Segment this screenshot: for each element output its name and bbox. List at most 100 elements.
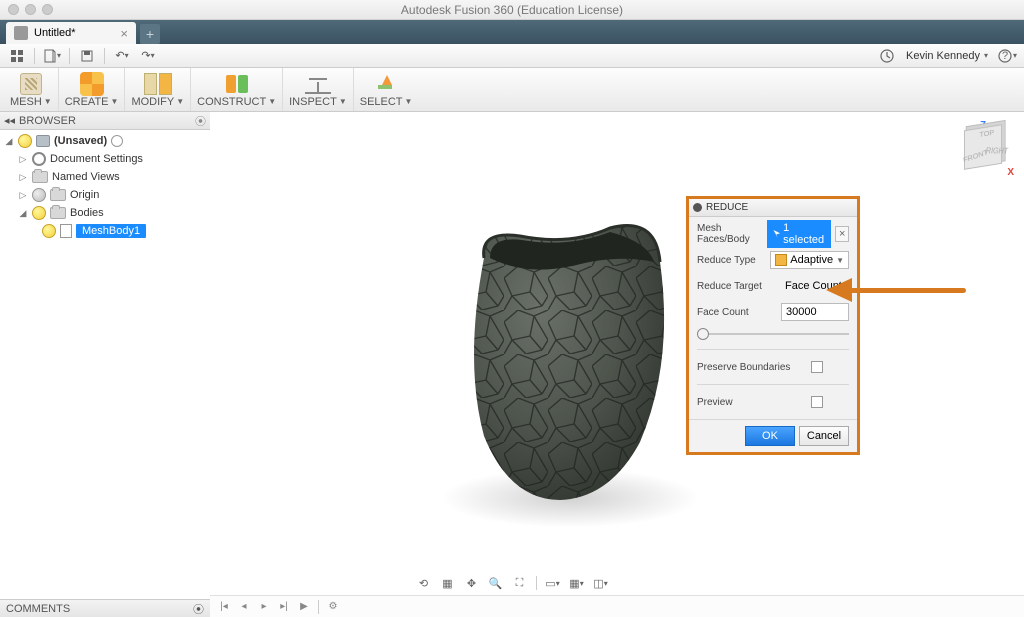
job-status-icon[interactable] bbox=[876, 47, 898, 65]
expand-icon[interactable]: ◢ bbox=[4, 136, 14, 147]
user-menu[interactable]: Kevin Kennedy▾ bbox=[902, 50, 992, 62]
folder-icon bbox=[50, 207, 66, 219]
tree-item-meshbody1[interactable]: MeshBody1 bbox=[0, 222, 210, 240]
help-icon[interactable]: ?▾ bbox=[996, 47, 1018, 65]
inspect-label: INSPECT bbox=[289, 96, 337, 108]
face-count-slider[interactable] bbox=[697, 327, 849, 341]
new-tab-button[interactable]: + bbox=[140, 24, 160, 44]
ok-button[interactable]: OK bbox=[745, 426, 795, 446]
dialog-header[interactable]: REDUCE bbox=[689, 199, 857, 217]
redo-icon[interactable]: ↷▾ bbox=[137, 47, 159, 65]
visibility-icon[interactable] bbox=[18, 134, 32, 148]
visibility-icon[interactable] bbox=[42, 224, 56, 238]
orbit-icon[interactable]: ⟲ bbox=[414, 574, 434, 592]
fit-icon[interactable]: ⛶ bbox=[510, 574, 530, 592]
mesh-workspace-icon bbox=[20, 73, 42, 95]
data-panel-icon[interactable] bbox=[6, 47, 28, 65]
document-icon bbox=[14, 26, 28, 40]
preview-checkbox[interactable] bbox=[811, 396, 823, 408]
collapse-icon[interactable]: ◂◂ bbox=[4, 114, 15, 127]
separator bbox=[318, 600, 319, 614]
preserve-boundaries-checkbox[interactable] bbox=[811, 361, 823, 373]
view-cube-body[interactable]: TOP FRONT RIGHT bbox=[964, 124, 1002, 170]
modify-label: MODIFY bbox=[131, 96, 174, 108]
document-tab-label: Untitled* bbox=[34, 27, 76, 39]
viewport[interactable]: Z TOP FRONT RIGHT X bbox=[210, 112, 1024, 595]
expand-icon[interactable]: ▷ bbox=[18, 172, 28, 183]
expand-icon[interactable]: ▷ bbox=[18, 190, 28, 201]
expand-icon[interactable]: ▷ bbox=[18, 154, 28, 165]
timeline-start-icon[interactable]: |◂ bbox=[216, 600, 232, 614]
tree-item-bodies[interactable]: ◢ Bodies bbox=[0, 204, 210, 222]
expand-icon[interactable]: ◢ bbox=[18, 208, 28, 219]
tree-item-document-settings[interactable]: ▷ Document Settings bbox=[0, 150, 210, 168]
selection-pill[interactable]: 1 selected bbox=[767, 220, 831, 248]
clear-selection-icon[interactable]: × bbox=[835, 226, 849, 242]
viewcube-right[interactable]: RIGHT bbox=[985, 146, 1009, 155]
preview-label: Preview bbox=[697, 397, 807, 408]
workspace-switcher[interactable]: MESH▼ bbox=[4, 68, 59, 111]
timeline-back-icon[interactable]: ◂ bbox=[236, 600, 252, 614]
look-at-icon[interactable]: ▦ bbox=[438, 574, 458, 592]
comments-panel-header[interactable]: COMMENTS ⦿ bbox=[0, 599, 210, 617]
row-mesh-faces: Mesh Faces/Body 1 selected × bbox=[697, 223, 849, 245]
document-tab[interactable]: Untitled* × bbox=[6, 22, 136, 44]
reduce-type-label: Reduce Type bbox=[697, 255, 766, 266]
quick-access-toolbar: ▾ ↶▾ ↷▾ Kevin Kennedy▾ ?▾ bbox=[0, 44, 1024, 68]
construct-menu[interactable]: CONSTRUCT▼ bbox=[191, 68, 283, 111]
mesh-faces-label: Mesh Faces/Body bbox=[697, 223, 763, 245]
select-icon bbox=[374, 73, 398, 95]
reduce-type-value: Adaptive bbox=[790, 254, 833, 266]
reduce-type-select[interactable]: Adaptive ▼ bbox=[770, 251, 849, 269]
pan-icon[interactable]: ✥ bbox=[462, 574, 482, 592]
viewcube-front[interactable]: FRONT bbox=[963, 148, 989, 165]
timeline-play-icon[interactable]: ▶ bbox=[296, 600, 312, 614]
close-tab-icon[interactable]: × bbox=[120, 26, 128, 41]
file-menu-icon[interactable]: ▾ bbox=[41, 47, 63, 65]
document-tab-bar: Untitled* × + bbox=[0, 20, 1024, 44]
pin-icon[interactable]: ⦿ bbox=[193, 601, 204, 617]
select-menu[interactable]: SELECT▼ bbox=[354, 68, 419, 111]
pin-icon[interactable]: ⦿ bbox=[195, 113, 206, 129]
viewport-settings-icon[interactable]: ◫▾ bbox=[591, 574, 611, 592]
svg-text:?: ? bbox=[1002, 50, 1008, 62]
navigation-bar: ⟲ ▦ ✥ 🔍 ⛶ ▭▾ ▦▾ ◫▾ bbox=[0, 571, 1024, 595]
tree-item-named-views[interactable]: ▷ Named Views bbox=[0, 168, 210, 186]
visibility-off-icon[interactable] bbox=[32, 188, 46, 202]
slider-thumb[interactable] bbox=[697, 328, 709, 340]
construct-icon bbox=[224, 73, 250, 95]
zoom-icon[interactable]: 🔍 bbox=[486, 574, 506, 592]
grid-settings-icon[interactable]: ▦▾ bbox=[567, 574, 587, 592]
visibility-icon[interactable] bbox=[32, 206, 46, 220]
browser-panel-header[interactable]: ◂◂ BROWSER ⦿ bbox=[0, 112, 210, 130]
inspect-menu[interactable]: INSPECT▼ bbox=[283, 68, 354, 111]
timeline-settings-icon[interactable]: ⚙ bbox=[325, 600, 341, 614]
tree-label: MeshBody1 bbox=[76, 224, 146, 238]
ribbon-toolbar: MESH▼ CREATE▼ MODIFY▼ CONSTRUCT▼ INSPECT… bbox=[0, 68, 1024, 112]
tree-item-origin[interactable]: ▷ Origin bbox=[0, 186, 210, 204]
timeline-end-icon[interactable]: ▸| bbox=[276, 600, 292, 614]
modify-menu[interactable]: MODIFY▼ bbox=[125, 68, 191, 111]
undo-icon[interactable]: ↶▾ bbox=[111, 47, 133, 65]
face-count-input[interactable]: 30000 bbox=[781, 303, 849, 321]
row-face-count: Face Count 30000 bbox=[697, 301, 849, 323]
dialog-grip-icon[interactable] bbox=[693, 203, 702, 212]
timeline-forward-icon[interactable]: ▸ bbox=[256, 600, 272, 614]
create-icon bbox=[80, 72, 104, 96]
create-label: CREATE bbox=[65, 96, 109, 108]
save-icon[interactable] bbox=[76, 47, 98, 65]
cancel-button[interactable]: Cancel bbox=[799, 426, 849, 446]
separator bbox=[697, 349, 849, 350]
tree-label: Bodies bbox=[70, 207, 104, 219]
view-cube[interactable]: Z TOP FRONT RIGHT X bbox=[958, 122, 1010, 174]
create-menu[interactable]: CREATE▼ bbox=[59, 68, 126, 111]
tree-root[interactable]: ◢ (Unsaved) bbox=[0, 132, 210, 150]
ok-label: OK bbox=[762, 430, 778, 442]
mesh-model[interactable] bbox=[420, 222, 720, 532]
display-settings-icon[interactable]: ▭▾ bbox=[543, 574, 563, 592]
tree-label: Named Views bbox=[52, 171, 120, 183]
viewcube-top[interactable]: TOP bbox=[979, 128, 994, 139]
activate-icon[interactable] bbox=[111, 135, 123, 147]
row-reduce-type: Reduce Type Adaptive ▼ bbox=[697, 249, 849, 271]
dialog-footer: OK Cancel bbox=[689, 419, 857, 452]
